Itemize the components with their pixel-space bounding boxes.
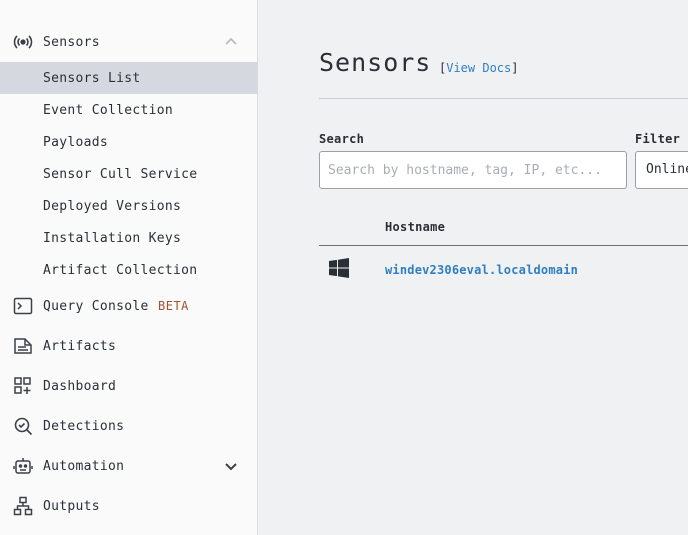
sidebar-item-artifact-collection[interactable]: Artifact Collection — [0, 254, 257, 286]
sidebar-item-event-collection[interactable]: Event Collection — [0, 94, 257, 126]
filter-label: Filter — [635, 132, 681, 146]
chevron-down-icon[interactable] — [222, 457, 240, 475]
nav-detections[interactable]: Detections — [0, 406, 257, 446]
sidebar-item-label: Sensors List — [43, 70, 141, 86]
nav-dashboard[interactable]: Dashboard — [0, 366, 257, 406]
search-label: Search — [319, 132, 365, 146]
table-header-divider — [319, 245, 688, 246]
dashboard-grid-icon — [13, 376, 33, 396]
nav-sensors-label: Sensors — [43, 34, 100, 50]
robot-icon — [13, 456, 33, 476]
filter-select[interactable]: Online — [635, 151, 688, 189]
sidebar-item-deployed-versions[interactable]: Deployed Versions — [0, 190, 257, 222]
hostname-link[interactable]: windev2306eval.localdomain — [385, 263, 578, 277]
nav-query-console[interactable]: Query Console BETA — [0, 286, 257, 326]
broadcast-icon — [13, 32, 33, 52]
sidebar-item-label: Payloads — [43, 134, 109, 150]
nav-detections-label: Detections — [43, 418, 125, 434]
sidebar-item-installation-keys[interactable]: Installation Keys — [0, 222, 257, 254]
nav-automation[interactable]: Automation — [0, 446, 257, 486]
sidebar-item-sensors-list[interactable]: Sensors List — [0, 62, 257, 94]
sidebar-item-label: Artifact Collection — [43, 262, 198, 278]
terminal-icon — [13, 296, 33, 316]
sidebar-item-label: Installation Keys — [43, 230, 182, 246]
sidebar-item-label: Deployed Versions — [43, 198, 182, 214]
sidebar-item-label: Sensor Cull Service — [43, 166, 198, 182]
sidebar-item-sensor-cull-service[interactable]: Sensor Cull Service — [0, 158, 257, 190]
hierarchy-icon — [13, 496, 33, 516]
sidebar-item-payloads[interactable]: Payloads — [0, 126, 257, 158]
view-docs-link[interactable]: View Docs — [446, 61, 511, 75]
sidebar-item-label: Event Collection — [43, 102, 174, 118]
search-check-icon — [13, 416, 33, 436]
document-icon — [13, 336, 33, 356]
chevron-up-icon[interactable] — [222, 33, 240, 51]
column-header-hostname[interactable]: Hostname — [385, 220, 445, 234]
nav-outputs[interactable]: Outputs — [0, 486, 257, 526]
nav-artifacts[interactable]: Artifacts — [0, 326, 257, 366]
page-title: Sensors — [319, 48, 432, 77]
beta-badge: BETA — [158, 299, 189, 313]
nav-dashboard-label: Dashboard — [43, 378, 117, 394]
nav-automation-label: Automation — [43, 458, 125, 474]
nav-artifacts-label: Artifacts — [43, 338, 117, 354]
windows-icon — [329, 258, 349, 278]
view-docs: [View Docs] — [439, 61, 519, 75]
nav-outputs-label: Outputs — [43, 498, 100, 514]
search-input[interactable] — [319, 151, 627, 189]
nav-query-console-label: Query Console — [43, 298, 149, 314]
nav-sensors[interactable]: Sensors — [0, 22, 257, 62]
sidebar: Sensors Sensors List Event Collection Pa… — [0, 0, 258, 535]
header-divider — [319, 98, 688, 99]
